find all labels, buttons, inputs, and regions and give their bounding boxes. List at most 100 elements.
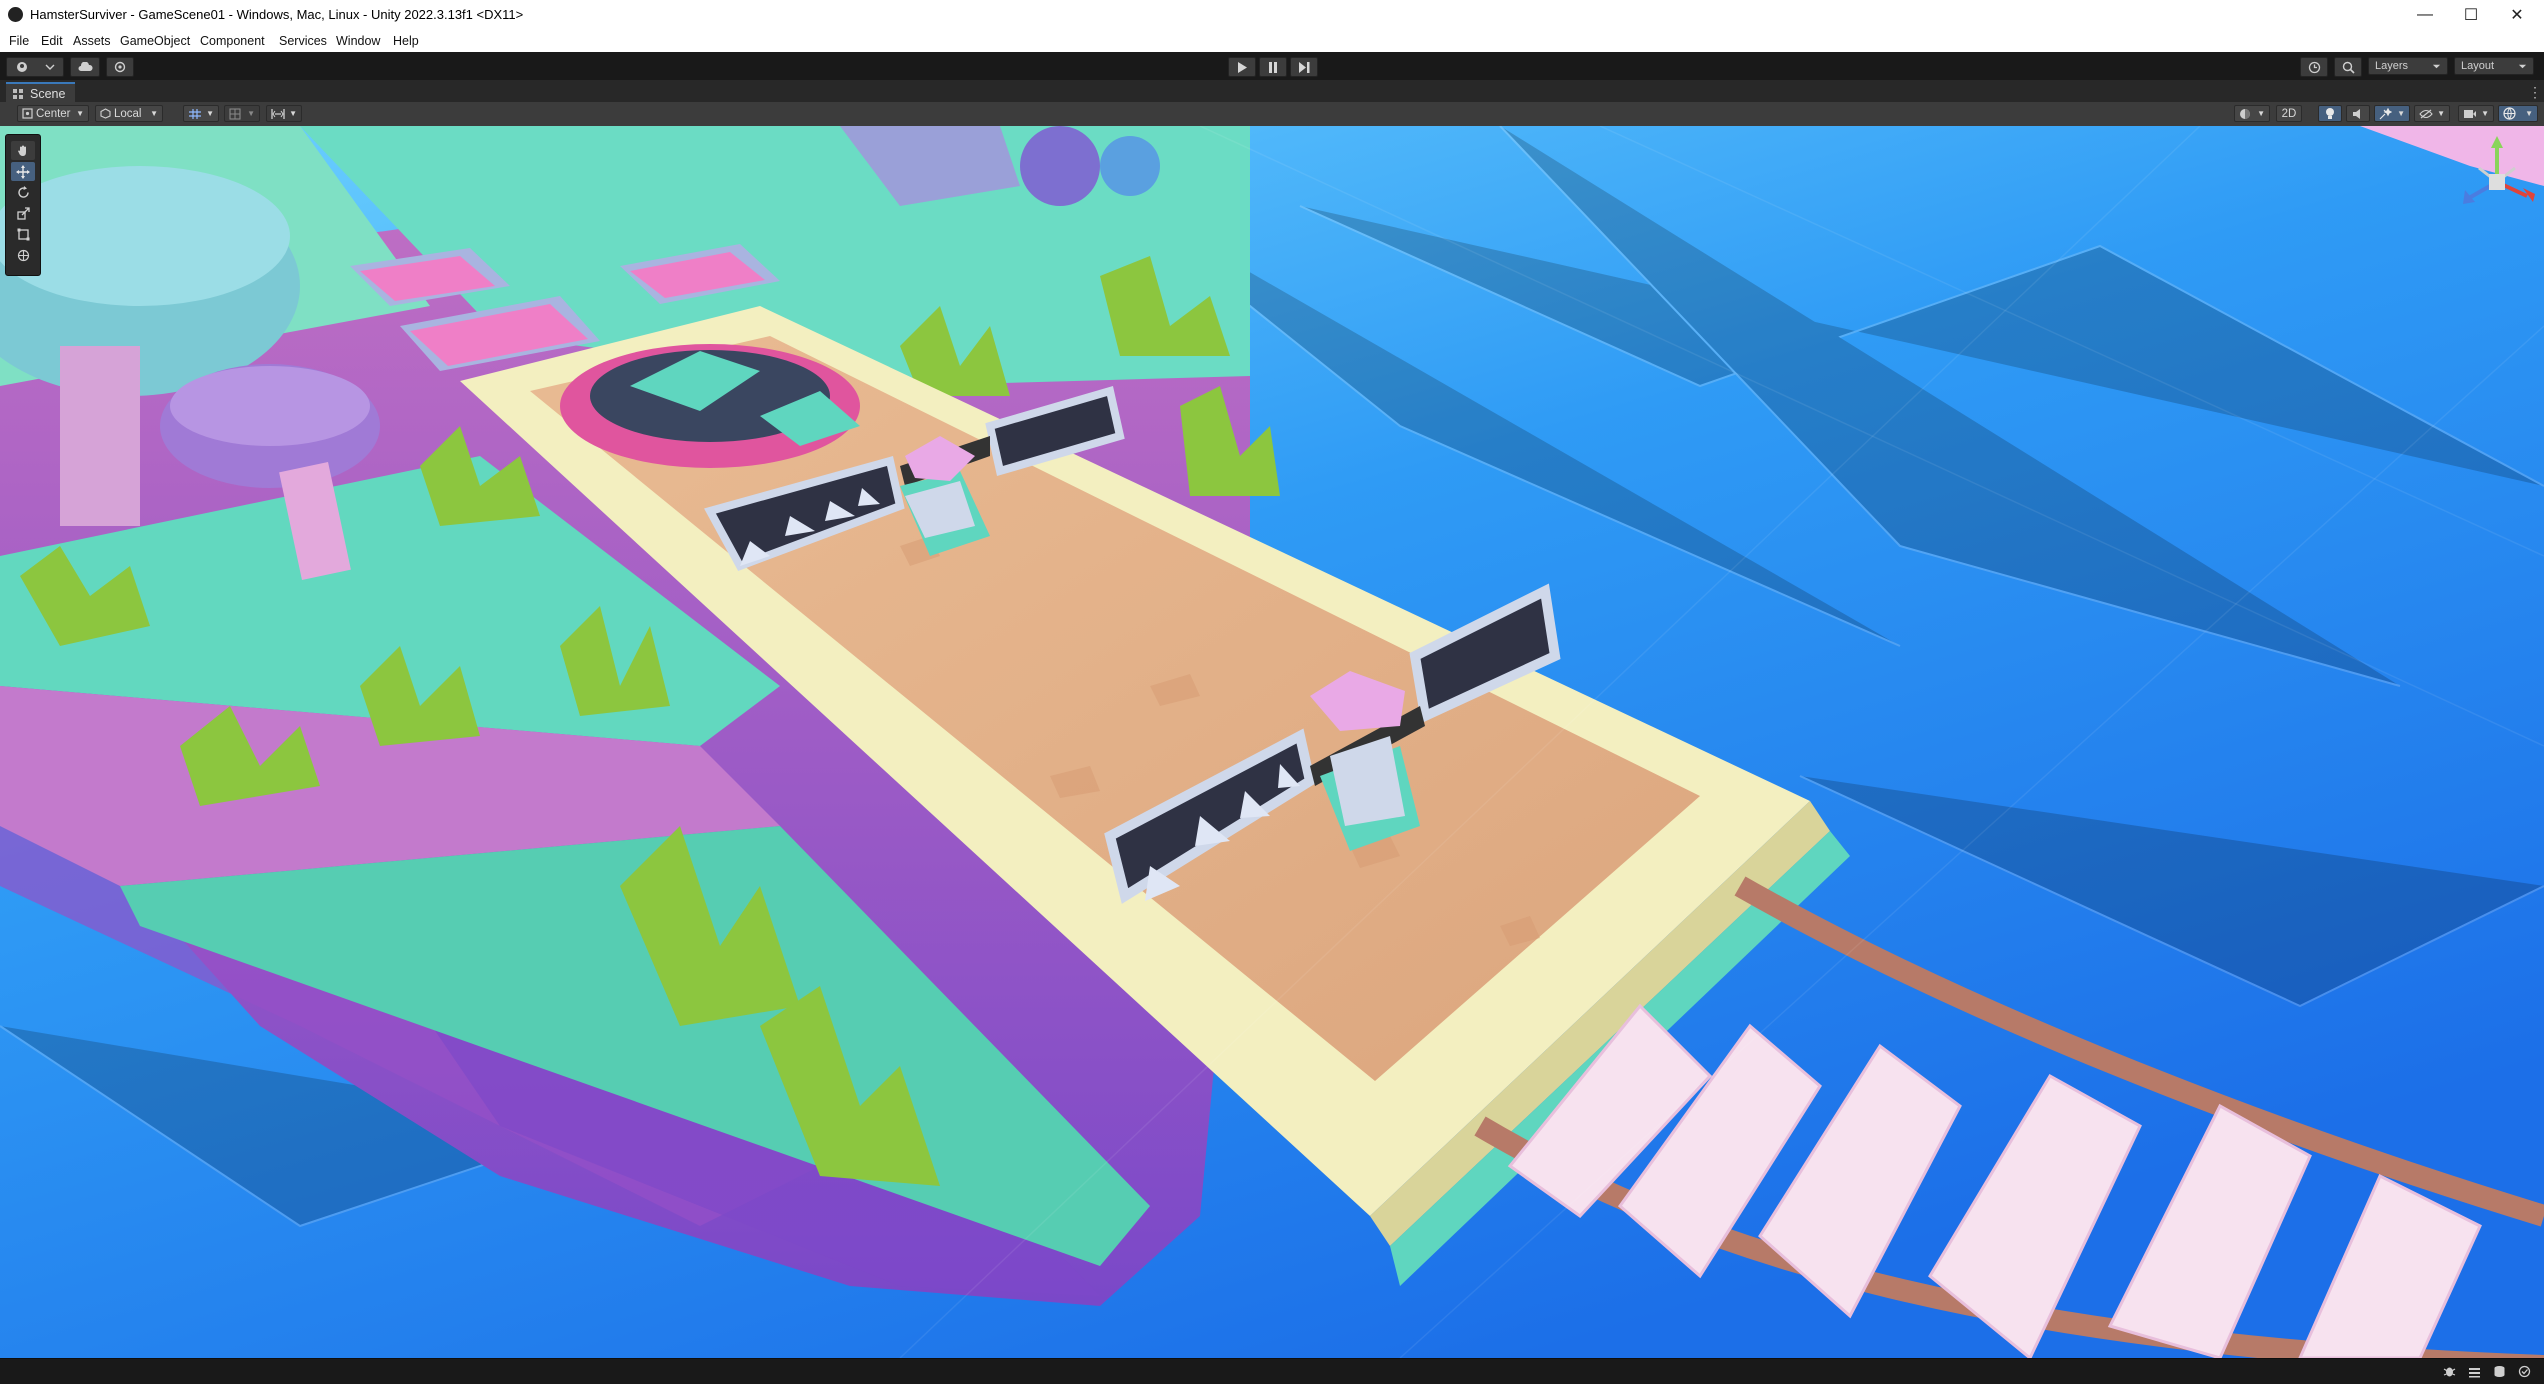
grid-snap-toggle[interactable]: ▼ [183,105,219,122]
tab-menu-icon[interactable]: ⋮ [2528,84,2542,101]
cloud-icon [78,62,93,71]
align-icon [271,108,285,119]
increment-snap-toggle[interactable]: ▼ [224,105,260,122]
move-arrows-icon [16,164,30,179]
move-tool-button[interactable] [11,162,35,181]
chevron-down-icon: ▼ [76,109,84,118]
chevron-down-icon: ▼ [2437,109,2445,118]
unity-logo-icon [8,7,23,22]
pivot-icon [22,108,33,119]
menu-assets[interactable]: Assets [73,34,111,48]
layers-dropdown[interactable]: Layers [2368,57,2448,75]
pause-button[interactable] [1259,57,1287,77]
scale-icon [16,207,30,220]
title-bar: HamsterSurviver - GameScene01 - Windows,… [0,0,2544,30]
menu-component[interactable]: Component [200,34,265,48]
pause-icon [1269,61,1277,73]
eye-slash-icon [2419,109,2433,118]
effects-dropdown[interactable]: ▼ [2374,105,2410,122]
menu-gameobject[interactable]: GameObject [120,34,190,48]
chevron-down-icon: ▼ [2257,109,2265,118]
layout-label: Layout [2461,60,2495,72]
layers-label: Layers [2375,60,2409,72]
cloud-button[interactable] [70,57,100,77]
chevron-down-icon: ▼ [150,109,158,118]
toggle-2d-button[interactable]: 2D [2276,105,2302,122]
scene-grid-icon [13,89,23,99]
maximize-button[interactable]: ☐ [2448,0,2494,30]
orientation-gizmo[interactable] [2455,132,2539,232]
rect-transform-icon [17,228,29,241]
window-title: HamsterSurviver - GameScene01 - Windows,… [30,7,524,22]
local-space-icon [100,108,111,119]
scene-viewport[interactable] [0,126,2544,1358]
camera-icon [2464,109,2476,118]
collab-button[interactable] [106,57,134,77]
collab-icon [114,61,126,73]
menu-help[interactable]: Help [393,34,419,48]
chevron-down-icon: ▼ [2481,109,2489,118]
menu-services[interactable]: Services [279,34,327,48]
chevron-down-icon [45,64,54,70]
progress-icon[interactable] [2466,1363,2482,1379]
scene-render [0,126,2544,1358]
grid-icon [189,108,201,119]
chevron-down-icon [2432,64,2441,68]
debug-mode-icon[interactable] [2441,1363,2457,1379]
status-bar [0,1358,2544,1384]
space-label: Local [114,107,142,120]
tab-scene[interactable]: Scene [6,82,76,104]
rotate-icon [17,186,29,198]
hidden-objects-dropdown[interactable]: ▼ [2414,105,2450,122]
step-button[interactable] [1290,57,1318,77]
transform-tool-button[interactable] [11,246,35,265]
menu-edit[interactable]: Edit [41,34,63,48]
scene-tab-strip: Scene ⋮ [0,80,2544,104]
search-button[interactable] [2334,57,2362,77]
pivot-label: Center [36,107,71,120]
layout-dropdown[interactable]: Layout [2454,57,2534,75]
effects-icon [2379,107,2392,119]
scale-tool-button[interactable] [11,204,35,223]
rect-tool-button[interactable] [11,225,35,244]
minimize-button[interactable]: — [2402,0,2448,30]
draw-mode-dropdown[interactable]: ▼ [2234,105,2270,122]
chevron-down-icon: ▼ [2397,109,2405,118]
play-icon [1238,61,1247,73]
close-button[interactable]: ✕ [2494,0,2540,30]
pivot-center-dropdown[interactable]: Center ▼ [17,105,89,122]
snap-icon [229,107,241,120]
chevron-down-icon: ▼ [289,109,297,118]
play-button[interactable] [1228,57,1256,77]
camera-settings-dropdown[interactable]: ▼ [2458,105,2494,122]
step-icon [1298,61,1309,73]
cache-server-icon[interactable] [2491,1363,2507,1379]
main-toolbar: Layers Layout [0,52,2544,80]
space-local-dropdown[interactable]: Local ▼ [95,105,163,122]
history-icon [2308,61,2320,73]
scene-toolbar: Center ▼ Local ▼ ▼ ▼ ▼ ▼ 2D ▼ ▼ ▼ ▼ [0,102,2544,127]
gizmos-globe-icon [2503,107,2516,120]
mode-2d-label: 2D [2281,107,2297,120]
chevron-down-icon [2518,64,2527,68]
audio-icon [2353,108,2360,119]
gizmos-dropdown[interactable]: ▼ [2498,105,2538,122]
chevron-down-icon: ▼ [2525,109,2533,118]
menu-window[interactable]: Window [336,34,380,48]
undo-history-button[interactable] [2300,57,2328,77]
view-tool-button[interactable] [11,141,35,160]
shading-sphere-icon [2240,108,2250,119]
menu-file[interactable]: File [9,34,29,48]
transform-icon [17,249,29,262]
auto-generate-lighting-icon[interactable] [2516,1363,2532,1379]
align-toggle[interactable]: ▼ [266,105,302,122]
pink-trap [560,344,860,468]
chevron-down-icon: ▼ [247,109,255,118]
rotate-tool-button[interactable] [11,183,35,202]
account-dropdown[interactable] [6,57,64,77]
lightbulb-icon [2326,108,2334,119]
scene-tools-panel [5,134,41,276]
hand-icon [17,145,26,156]
lighting-toggle[interactable] [2318,105,2342,122]
audio-toggle[interactable] [2346,105,2370,122]
